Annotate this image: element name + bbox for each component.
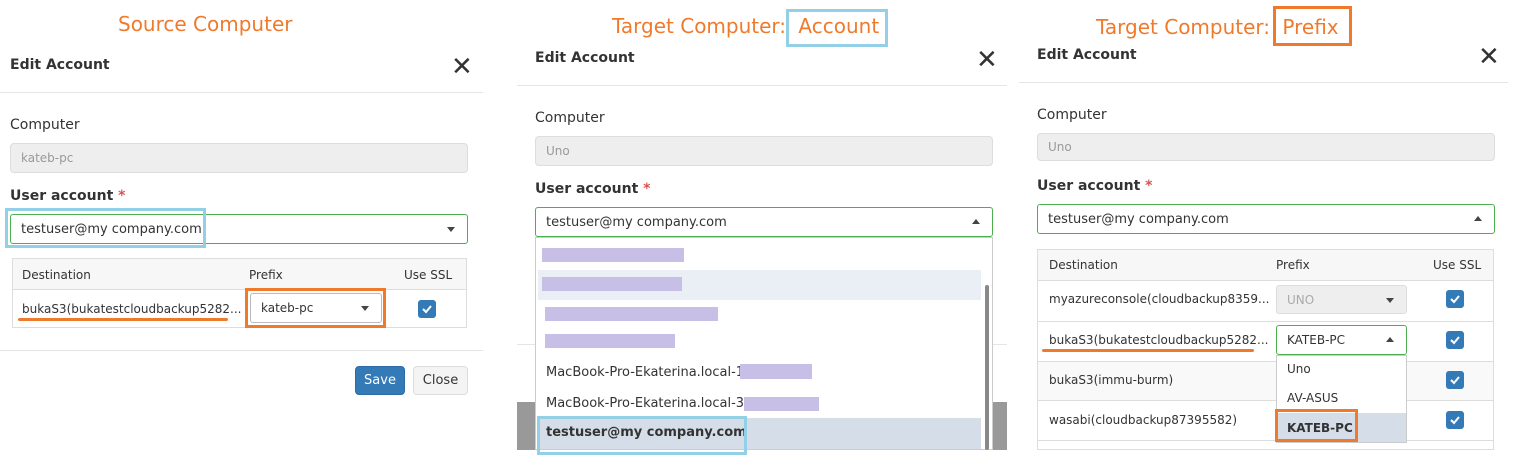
use-ssl-header: Use SSL xyxy=(1433,258,1482,272)
chevron-up-icon xyxy=(1386,337,1394,342)
user-account-value: testuser@my company.com xyxy=(1048,211,1229,227)
dialog-title: Edit Account xyxy=(1037,47,1137,63)
header-divider xyxy=(517,85,1007,86)
user-account-label: User account * xyxy=(10,188,126,204)
prefix-select[interactable]: KATEB-PC xyxy=(1276,325,1407,355)
computer-label: Computer xyxy=(1037,107,1107,123)
use-ssl-header: Use SSL xyxy=(404,268,453,282)
prefix-value: UNO xyxy=(1287,292,1315,307)
close-icon[interactable]: ✕ xyxy=(451,54,473,80)
row-divider xyxy=(1038,440,1493,441)
selected-prefix-highlight xyxy=(1275,409,1358,442)
prefix-option[interactable]: AV-ASUS xyxy=(1287,391,1338,405)
chevron-down-icon xyxy=(447,227,455,232)
redacted-suffix xyxy=(740,364,812,379)
save-button[interactable]: Save xyxy=(355,366,405,395)
prefix-header: Prefix xyxy=(249,268,283,282)
chevron-down-icon xyxy=(1386,297,1394,303)
destination-underline xyxy=(1042,349,1254,352)
prefix-option[interactable]: Uno xyxy=(1287,362,1311,376)
footer-divider xyxy=(0,350,483,351)
computer-field: Uno xyxy=(535,136,993,166)
use-ssl-checkbox[interactable] xyxy=(1446,290,1464,308)
row-divider xyxy=(1038,321,1493,322)
computer-label: Computer xyxy=(10,117,80,133)
redacted-option[interactable] xyxy=(542,248,684,262)
prefix-value: KATEB-PC xyxy=(1287,333,1346,347)
prefix-highlight xyxy=(245,288,386,328)
use-ssl-checkbox[interactable] xyxy=(1446,411,1464,429)
destination-cell: bukaS3(immu-burm) xyxy=(1049,373,1174,387)
user-account-label: User account * xyxy=(535,181,651,197)
redacted-option[interactable] xyxy=(545,307,718,321)
source-computer-caption: Source Computer xyxy=(118,12,293,36)
destination-underline xyxy=(18,318,228,321)
computer-field: Uno xyxy=(1037,133,1495,161)
use-ssl-checkbox[interactable] xyxy=(1446,331,1464,349)
use-ssl-checkbox[interactable] xyxy=(418,300,436,318)
prefix-select-disabled: UNO xyxy=(1276,285,1407,314)
account-highlight xyxy=(5,208,206,248)
computer-label: Computer xyxy=(535,110,605,126)
destination-header: Destination xyxy=(1049,258,1118,272)
redacted-option[interactable] xyxy=(542,277,682,291)
destination-header: Destination xyxy=(22,268,91,282)
dialog-title: Edit Account xyxy=(10,57,110,73)
dropdown-scrollbar[interactable] xyxy=(985,285,989,450)
account-caption-highlight xyxy=(786,9,888,47)
header-divider xyxy=(0,92,483,93)
header-divider xyxy=(1019,82,1508,83)
close-icon[interactable]: ✕ xyxy=(976,47,998,73)
computer-field: kateb-pc xyxy=(10,143,468,173)
dialog-title: Edit Account xyxy=(535,50,635,66)
redacted-suffix xyxy=(744,397,819,411)
close-icon[interactable]: ✕ xyxy=(1478,44,1500,70)
chevron-up-icon xyxy=(972,219,980,224)
chevron-up-icon xyxy=(1474,216,1482,221)
destination-cell: bukaS3(bukatestcloudbackup5282... xyxy=(22,302,242,316)
destination-cell: bukaS3(bukatestcloudbackup5282... xyxy=(1049,333,1269,347)
selected-account-highlight xyxy=(537,416,747,455)
user-account-select[interactable]: testuser@my company.com xyxy=(535,207,993,237)
dropdown-option[interactable]: MacBook-Pro-Ekaterina.local-1E xyxy=(546,365,752,380)
destination-cell: wasabi(cloudbackup87395582) xyxy=(1049,413,1238,427)
dropdown-option[interactable]: MacBook-Pro-Ekaterina.local-3A3 xyxy=(546,396,761,411)
prefix-caption-highlight xyxy=(1273,6,1352,46)
prefix-header: Prefix xyxy=(1276,258,1310,272)
user-account-value: testuser@my company.com xyxy=(546,214,727,230)
user-account-label: User account * xyxy=(1037,178,1153,194)
user-account-select[interactable]: testuser@my company.com xyxy=(1037,204,1495,234)
close-button[interactable]: Close xyxy=(413,366,468,395)
redacted-option[interactable] xyxy=(545,334,675,348)
use-ssl-checkbox[interactable] xyxy=(1446,371,1464,389)
destination-cell: myazureconsole(cloudbackup8359... xyxy=(1049,292,1270,306)
